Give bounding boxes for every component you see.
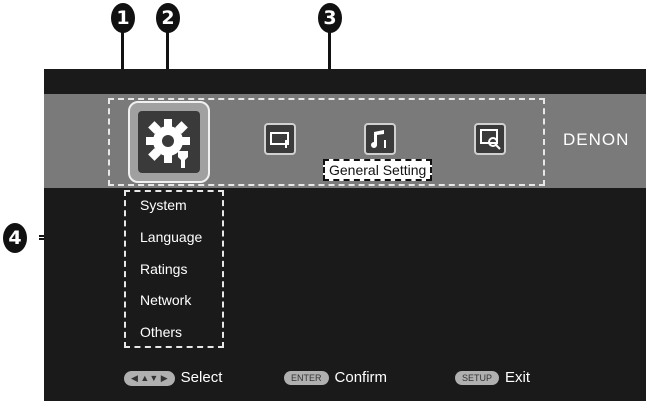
- brand-logo: DENON: [563, 130, 630, 149]
- menu-item-language[interactable]: Language: [140, 229, 202, 245]
- setup-screen: DENON General Setting System Language Ra…: [44, 69, 646, 401]
- callout-1: 1: [111, 3, 135, 33]
- arrow-keys-icon: ◀ ▲▼ ▶: [124, 370, 175, 386]
- audio-setting-icon[interactable]: [364, 123, 396, 155]
- callout-2: 2: [156, 3, 180, 33]
- general-setting-icon: [138, 111, 200, 173]
- menu-item-ratings[interactable]: Ratings: [140, 261, 187, 277]
- footer-exit: SETUP Exit: [455, 369, 530, 386]
- callout-3: 3: [318, 3, 342, 33]
- select-label: Select: [180, 369, 223, 386]
- exit-label: Exit: [505, 369, 531, 386]
- info-icon[interactable]: [474, 123, 506, 155]
- menu-item-others[interactable]: Others: [140, 324, 182, 340]
- display-setting-icon[interactable]: [264, 123, 296, 155]
- confirm-label: Confirm: [334, 369, 388, 386]
- callout-4: 4: [3, 223, 27, 253]
- footer-confirm: ENTER Confirm: [284, 369, 387, 386]
- menu-item-system[interactable]: System: [140, 197, 187, 213]
- footer-select: ◀ ▲▼ ▶ Select: [124, 369, 222, 386]
- enter-key-icon: ENTER: [284, 371, 329, 386]
- general-setting-tab[interactable]: [128, 101, 210, 183]
- menu-item-network[interactable]: Network: [140, 292, 191, 308]
- tab-tooltip: General Setting: [323, 159, 433, 181]
- setup-key-icon: SETUP: [455, 371, 500, 386]
